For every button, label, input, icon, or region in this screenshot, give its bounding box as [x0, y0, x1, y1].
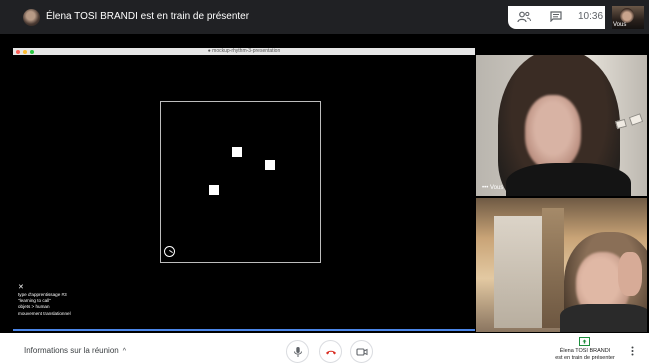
- participant-tile-presenter[interactable]: [476, 198, 647, 332]
- presenter-status-text: est en train de présenter: [555, 355, 615, 361]
- self-view-thumbnail[interactable]: Vous: [612, 6, 644, 29]
- room-wall: [494, 216, 542, 328]
- close-icon[interactable]: ✕: [18, 284, 71, 292]
- present-screen-icon[interactable]: [579, 337, 590, 346]
- presenter-status-name: Élena TOSI BRANDI: [559, 348, 611, 354]
- presenting-banner: Élena TOSI BRANDI est en train de présen…: [46, 11, 250, 22]
- participant-hand: [618, 252, 642, 296]
- chat-icon[interactable]: [550, 11, 562, 22]
- white-square: [265, 160, 275, 170]
- room-door: [542, 208, 564, 328]
- canvas-frame: [160, 101, 321, 263]
- people-icon[interactable]: [517, 11, 531, 23]
- meeting-info-button[interactable]: Informations sur la réunion ^: [24, 346, 126, 355]
- shared-window-titlebar: ● mockup-rhythm-3-presentation: [13, 48, 475, 55]
- info-panel: ✕ type d'apprentissage #3 "learning to c…: [18, 284, 71, 317]
- participant-body: [506, 163, 631, 196]
- camera-icon: [356, 348, 368, 356]
- presenting-indicator-line: [13, 329, 475, 331]
- wall-picture: [628, 113, 644, 126]
- shared-screen: ● mockup-rhythm-3-presentation ✕ type d'…: [13, 48, 475, 330]
- participant-face-blurred: [525, 95, 581, 169]
- info-line: mouvement translationnel: [18, 310, 71, 316]
- camera-button[interactable]: [350, 340, 373, 363]
- hangup-button[interactable]: [319, 340, 342, 363]
- self-thumb-label: Vous: [613, 22, 627, 28]
- clock: 10:36: [578, 11, 604, 22]
- self-face: [620, 8, 634, 23]
- hangup-icon: [326, 350, 336, 355]
- chevron-up-icon: ^: [122, 348, 127, 355]
- participant-body: [560, 304, 647, 332]
- wall-picture: [615, 118, 627, 130]
- rotation-marker-icon: [164, 246, 175, 257]
- white-square: [209, 185, 219, 195]
- white-square: [232, 147, 242, 157]
- more-vertical-icon[interactable]: [631, 346, 634, 356]
- meet-window: Élena TOSI BRANDI est en train de présen…: [0, 0, 649, 364]
- microphone-button[interactable]: [286, 340, 309, 363]
- meeting-info-label: Informations sur la réunion: [24, 346, 119, 355]
- participant-tile-self[interactable]: ••• Vous: [476, 55, 647, 196]
- shared-window-title: ● mockup-rhythm-3-presentation: [207, 48, 281, 54]
- presenter-avatar: [23, 9, 40, 26]
- participant-label: ••• Vous: [482, 185, 504, 191]
- microphone-icon: [294, 347, 302, 357]
